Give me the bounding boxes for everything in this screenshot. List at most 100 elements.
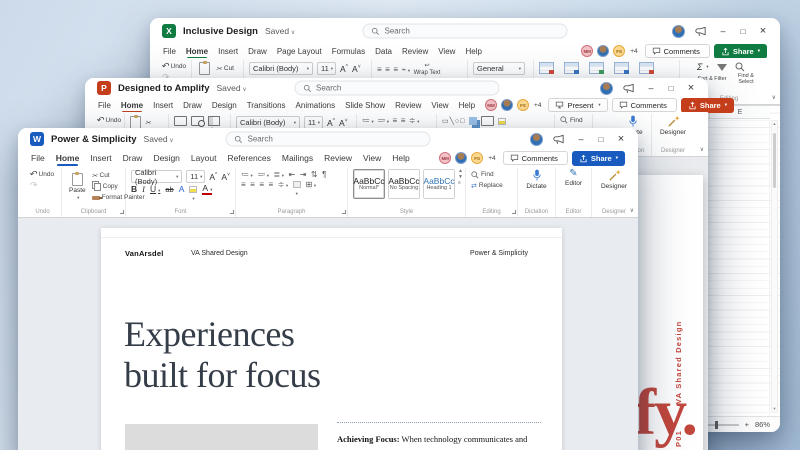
bullets-button[interactable]: ≔ [241,170,252,179]
tab-home[interactable]: Home [56,153,79,166]
shrink-font-button[interactable]: A˅ [339,118,348,128]
word-search-input[interactable]: Search [225,131,431,147]
close-button[interactable] [686,83,696,94]
undo-button[interactable]: Undo [161,61,187,72]
undo-button[interactable]: Undo [96,115,122,126]
user-avatar[interactable] [600,81,613,95]
outdent-button[interactable]: ≡ [393,116,398,125]
autosum-button[interactable] [697,62,709,72]
powerpoint-saved-status[interactable]: Saved [217,83,247,93]
font-name-select[interactable]: Calibri (Body) [131,168,183,186]
tab-view[interactable]: View [438,47,455,56]
align-left-button[interactable]: ≡ [241,180,246,189]
minimize-button[interactable] [646,84,656,93]
tab-review[interactable]: Review [395,101,421,110]
cell-styles-button[interactable] [589,62,604,74]
close-button[interactable] [616,134,626,145]
underline-button[interactable]: U [150,184,160,194]
tab-formulas[interactable]: Formulas [332,47,365,56]
ribbon-collapse-chevron[interactable] [630,207,634,214]
wrap-text-button[interactable]: ↩ Wrap Text [414,62,441,76]
conditional-formatting-button[interactable] [539,62,554,74]
tab-draw[interactable]: Draw [183,101,202,110]
share-button[interactable]: Share [680,97,734,113]
find-select-icon[interactable] [735,62,745,72]
minimize-button[interactable] [576,135,586,144]
feedback-megaphone-icon[interactable] [695,26,708,37]
find-button[interactable]: Find [560,116,583,124]
tab-draw[interactable]: Draw [248,47,267,56]
tab-home[interactable]: Home [121,101,143,113]
sheet-vertical-scrollbar[interactable]: ▲ ▼ [771,120,778,413]
dictate-button[interactable]: Dictate [523,169,550,190]
new-slide-button[interactable] [174,116,187,126]
share-button[interactable]: Share [713,43,767,59]
tab-file[interactable]: File [98,101,111,110]
powerpoint-search-input[interactable]: Search [294,80,499,96]
text-effects-button[interactable]: A [179,185,185,194]
editing-dialog-launcher[interactable] [512,210,516,214]
tab-file[interactable]: File [163,47,176,56]
align-top-button[interactable]: ≡ [377,65,382,74]
comments-button[interactable]: Comments [611,98,677,112]
presence-avatar-photo[interactable] [501,99,514,111]
tab-mailings[interactable]: Mailings [282,153,313,163]
shapes-gallery[interactable]: ▭╲○□ [442,117,465,125]
editor-button[interactable]: ✎ Editor [561,169,586,188]
tab-help[interactable]: Help [459,101,475,110]
sort-filter-icon[interactable] [716,63,727,71]
numbering-button[interactable]: ≕ [377,116,388,125]
grow-font-button[interactable]: A^ [340,64,348,74]
feedback-megaphone-icon[interactable] [623,83,636,94]
insert-cells-button[interactable] [614,62,629,74]
tab-slide-show[interactable]: Slide Show [345,101,385,110]
presence-avatar-photo[interactable] [455,152,468,164]
shrink-font-button[interactable]: A˅ [352,64,361,74]
line-spacing-button[interactable]: ≑ [409,116,419,125]
zoom-slider-thumb[interactable] [715,420,719,429]
document-page[interactable]: VanArsdel VA Shared Design Power & Simpl… [101,228,562,450]
tab-transitions[interactable]: Transitions [247,101,286,110]
find-button[interactable]: Find [471,169,512,180]
outdent-button[interactable]: ⇤ [289,170,296,179]
scroll-down-arrow[interactable]: ▼ [772,406,777,412]
highlight-button[interactable] [189,185,198,193]
shading-button[interactable] [292,181,301,188]
grow-font-button[interactable]: A^ [209,172,217,182]
document-heading[interactable]: Experiences built for focus [124,314,321,396]
tab-review[interactable]: Review [324,153,352,163]
word-saved-status[interactable]: Saved [144,134,174,144]
maximize-button[interactable] [596,135,606,144]
font-color-button[interactable]: A [202,184,213,195]
tab-file[interactable]: File [31,153,45,163]
present-button[interactable]: Present [548,98,608,112]
slide-big-text[interactable]: fy. [634,380,698,446]
indent-button[interactable]: ≡ [401,116,406,125]
tab-page-layout[interactable]: Page Layout [277,47,322,56]
redo-button[interactable] [29,180,56,191]
orientation-button[interactable]: ⌁ [402,65,410,74]
excel-search-input[interactable]: Search [362,23,568,39]
indent-button[interactable]: ⇥ [300,170,307,179]
quick-styles-button[interactable] [481,116,495,126]
zoom-in-button[interactable]: + [745,420,749,429]
pilcrow-button[interactable]: ¶ [322,170,326,179]
cut-button[interactable] [145,118,151,127]
presence-overflow[interactable]: +4 [488,155,495,162]
shape-fill-button[interactable] [498,117,507,125]
tab-design[interactable]: Design [153,153,179,163]
presence-avatar-mm[interactable]: MM [439,152,452,164]
line-spacing-button[interactable]: ≑ [278,180,288,189]
align-middle-button[interactable]: ≡ [385,65,390,74]
designer-button[interactable]: Designer [597,169,631,190]
tab-animations[interactable]: Animations [296,101,336,110]
presence-avatar-fs[interactable]: FS [471,152,484,164]
feedback-megaphone-icon[interactable] [553,134,566,145]
presence-avatar-mm[interactable]: MM [485,99,498,111]
image-placeholder[interactable] [125,424,318,450]
tab-review[interactable]: Review [402,47,428,56]
italic-button[interactable]: I [142,184,145,194]
tab-insert[interactable]: Insert [90,153,111,163]
designer-button[interactable]: Designer [657,115,689,136]
align-bottom-button[interactable]: ≡ [393,65,398,74]
